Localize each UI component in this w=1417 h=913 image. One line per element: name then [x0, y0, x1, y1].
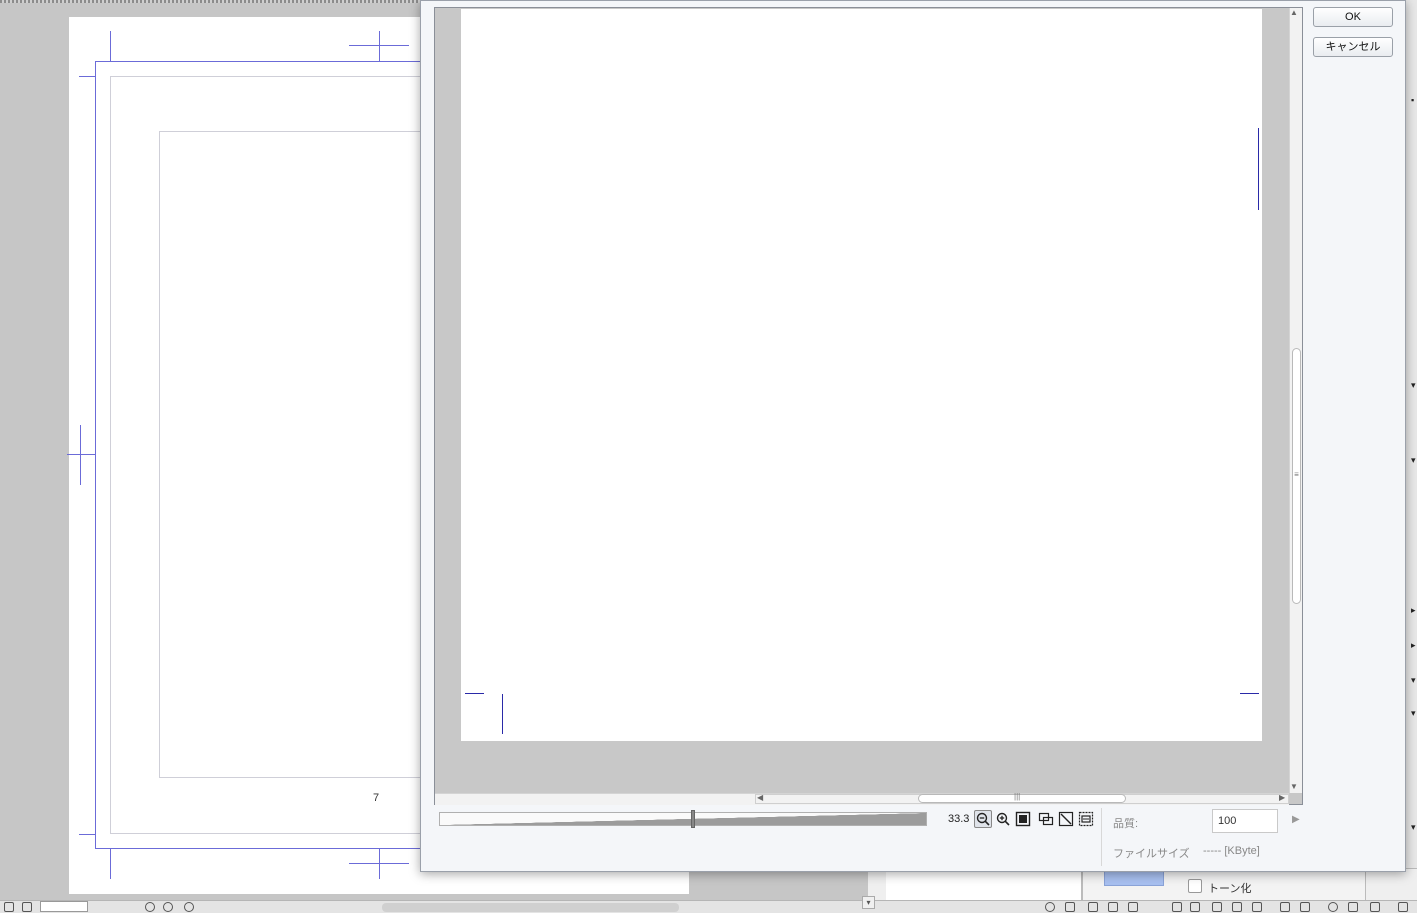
status-icon[interactable]: [4, 902, 14, 912]
tool-icon[interactable]: [1108, 902, 1118, 912]
actual-size-icon: [1015, 811, 1031, 827]
panel-collapse-icon[interactable]: ▾: [1411, 822, 1417, 832]
layers-icon[interactable]: [1370, 902, 1380, 912]
canvas-scroll-down-button[interactable]: ▾: [862, 896, 875, 909]
quality-label: 品質:: [1113, 818, 1139, 830]
zoom-slider-thumb[interactable]: [691, 810, 695, 828]
checkbox-icon[interactable]: [1172, 902, 1182, 912]
page-number: 7: [373, 792, 380, 804]
ok-button[interactable]: OK: [1313, 7, 1393, 27]
zoom-out-icon: [976, 812, 990, 826]
scroll-down-icon[interactable]: ▼: [1290, 782, 1298, 791]
quality-input[interactable]: [1212, 809, 1278, 833]
status-bar: [0, 900, 1417, 913]
panel-icon[interactable]: [1398, 902, 1408, 912]
scroll-up-icon[interactable]: ▲: [1290, 8, 1298, 17]
preview-page: [461, 9, 1262, 741]
grid-view-icon[interactable]: [1232, 902, 1242, 912]
tone-color-swatch[interactable]: [1104, 870, 1164, 886]
tool-icon[interactable]: [1065, 902, 1075, 912]
cancel-button[interactable]: キャンセル: [1313, 37, 1393, 57]
panel-collapse-icon[interactable]: ▾: [1411, 675, 1417, 685]
print-size-icon: [1078, 811, 1094, 827]
tone-label: トーン化: [1208, 883, 1252, 895]
layer-icon[interactable]: [1300, 902, 1310, 912]
zoom-out-button[interactable]: [974, 810, 992, 828]
divider: [1101, 808, 1102, 866]
panel-collapse-icon[interactable]: ▾: [1411, 380, 1417, 390]
tool-icon[interactable]: [1128, 902, 1138, 912]
filesize-label: ファイルサイズ: [1113, 848, 1190, 860]
fit-window-icon: [1038, 812, 1054, 826]
canvas-horizontal-scrollbar[interactable]: [382, 903, 679, 912]
status-zoom-field[interactable]: [40, 901, 88, 912]
fit-diagonal-button[interactable]: [1057, 810, 1075, 828]
scroll-left-icon[interactable]: ◀: [757, 793, 763, 802]
actual-size-button[interactable]: [1014, 810, 1032, 828]
rotate-left-icon[interactable]: [145, 902, 155, 912]
loading-icon: [1045, 902, 1055, 912]
lock-icon[interactable]: [1280, 902, 1290, 912]
zoom-value: 33.3: [948, 813, 970, 825]
grip-icon: ≡: [1294, 470, 1299, 479]
fit-window-button[interactable]: [1037, 810, 1055, 828]
list-view-icon[interactable]: [1252, 902, 1262, 912]
scroll-right-icon[interactable]: ▶: [1279, 793, 1285, 802]
print-size-button[interactable]: [1077, 810, 1095, 828]
trash-icon[interactable]: [1348, 902, 1358, 912]
zoom-slider-ramp: [440, 813, 926, 825]
zoom-in-icon: [996, 812, 1010, 826]
settings-icon[interactable]: [184, 902, 194, 912]
rotate-right-icon[interactable]: [163, 902, 173, 912]
zoom-in-button[interactable]: [994, 810, 1012, 828]
quality-stepper-icon[interactable]: ▶: [1292, 814, 1300, 825]
canvas-ruler-strip: [0, 0, 420, 3]
panel-expand-icon[interactable]: ▸: [1411, 605, 1417, 615]
layer-view-icon[interactable]: [1190, 902, 1200, 912]
panel-expand-icon[interactable]: ▸: [1411, 640, 1417, 650]
settings-icon[interactable]: [1328, 902, 1338, 912]
panel-collapse-icon[interactable]: ▾: [1411, 708, 1417, 718]
filesize-value: ----- [KByte]: [1203, 845, 1260, 857]
panel-collapse-icon[interactable]: ▾: [1411, 455, 1417, 465]
fit-diagonal-icon: [1058, 811, 1074, 827]
horizontal-scroll-thumb[interactable]: [918, 794, 1126, 803]
panel-marker: ▪: [1411, 95, 1415, 105]
layer-panel-area: [886, 868, 1082, 900]
tone-checkbox[interactable]: [1188, 879, 1202, 893]
status-icon[interactable]: [22, 902, 32, 912]
grip-icon: |||: [1014, 792, 1021, 801]
tool-icon[interactable]: [1088, 902, 1098, 912]
grid-view-icon[interactable]: [1212, 902, 1222, 912]
